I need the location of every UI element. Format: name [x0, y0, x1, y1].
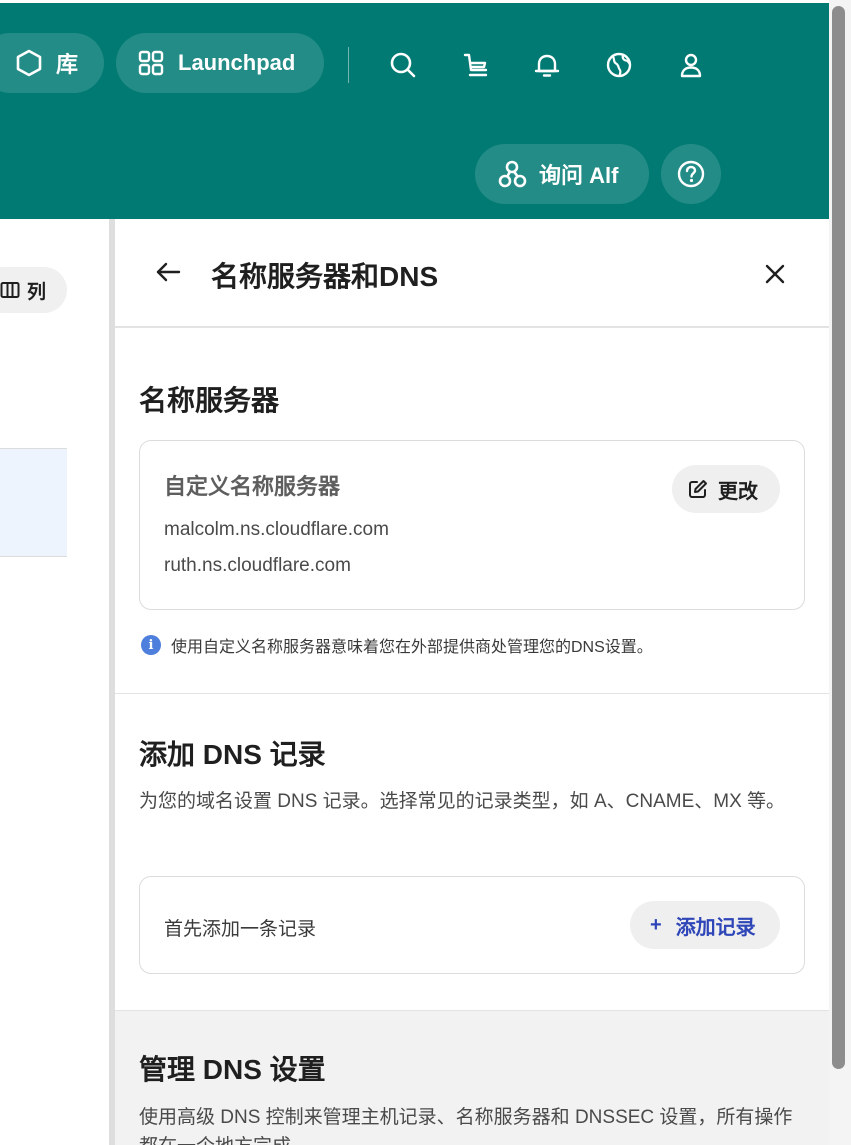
manage-dns-heading: 管理 DNS 设置 [139, 1054, 326, 1085]
ask-alf-button[interactable]: 询问 Alf [475, 144, 649, 204]
add-dns-heading: 添加 DNS 记录 [139, 739, 326, 770]
change-label: 更改 [718, 480, 758, 503]
language-button[interactable] [602, 48, 636, 82]
library-label: 库 [56, 52, 79, 77]
arrow-left-icon [156, 262, 181, 282]
user-icon [680, 53, 702, 78]
info-icon: i [141, 635, 161, 655]
bell-icon [534, 54, 560, 77]
library-button[interactable]: 库 [0, 33, 104, 93]
background-page: 列 [0, 219, 110, 1145]
nameserver-2: ruth.ns.cloudflare.com [164, 555, 351, 576]
manage-dns-description: 使用高级 DNS 控制来管理主机记录、名称服务器和 DNSSEC 设置，所有操作… [139, 1107, 793, 1145]
nameservers-heading: 名称服务器 [139, 385, 280, 416]
ask-alf-label: 询问 Alf [539, 163, 619, 188]
hexagon-icon [16, 49, 42, 77]
top-header: 库 Launchpad 询问 Alf [0, 0, 829, 219]
plus-icon: + [650, 913, 662, 936]
help-icon [677, 160, 705, 188]
launchpad-button[interactable]: Launchpad [116, 33, 324, 93]
custom-nameservers-title: 自定义名称服务器 [164, 474, 341, 499]
help-button[interactable] [661, 144, 721, 204]
info-text: 使用自定义名称服务器意味着您在外部提供商处管理您的DNS设置。 [171, 639, 653, 656]
grid-icon [138, 50, 164, 76]
columns-label: 列 [27, 281, 47, 303]
add-record-label: 添加记录 [675, 916, 756, 939]
change-nameservers-button[interactable]: 更改 [672, 465, 780, 513]
edit-icon [689, 480, 707, 498]
add-dns-description: 为您的域名设置 DNS 记录。选择常见的记录类型，如 A、CNAME、MX 等。 [139, 791, 786, 812]
cart-button[interactable] [459, 48, 493, 82]
search-icon [390, 52, 416, 78]
cart-icon [463, 53, 488, 77]
selected-row[interactable] [0, 448, 67, 557]
nameserver-1: malcolm.ns.cloudflare.com [164, 519, 389, 540]
empty-records-text: 首先添加一条记录 [164, 919, 317, 940]
launchpad-label: Launchpad [178, 50, 296, 75]
back-button[interactable] [153, 257, 183, 287]
drawer-title: 名称服务器和DNS [211, 261, 439, 292]
search-button[interactable] [386, 48, 420, 82]
dns-records-card: 首先添加一条记录 + 添加记录 [139, 876, 805, 974]
scrollbar-thumb[interactable] [832, 6, 845, 1069]
columns-button[interactable]: 列 [0, 267, 67, 313]
close-button[interactable] [760, 259, 790, 289]
drawer-header: 名称服务器和DNS [115, 219, 829, 328]
globe-icon [606, 52, 632, 78]
notifications-button[interactable] [530, 48, 564, 82]
close-icon [765, 264, 785, 284]
manage-dns-section: 管理 DNS 设置 使用高级 DNS 控制来管理主机记录、名称服务器和 DNSS… [115, 1010, 829, 1145]
nameservers-card: 自定义名称服务器 更改 malcolm.ns.cloudflare.com ru… [139, 440, 805, 610]
account-button[interactable] [674, 48, 708, 82]
header-divider [348, 47, 349, 83]
section-divider [115, 693, 829, 694]
alf-icon [498, 160, 527, 188]
add-record-button[interactable]: + 添加记录 [630, 901, 780, 949]
nameserver-info: i 使用自定义名称服务器意味着您在外部提供商处管理您的DNS设置。 [141, 633, 653, 657]
columns-icon [0, 282, 20, 298]
dns-drawer: 名称服务器和DNS 名称服务器 自定义名称服务器 更改 malcolm.ns.c… [115, 219, 829, 1145]
